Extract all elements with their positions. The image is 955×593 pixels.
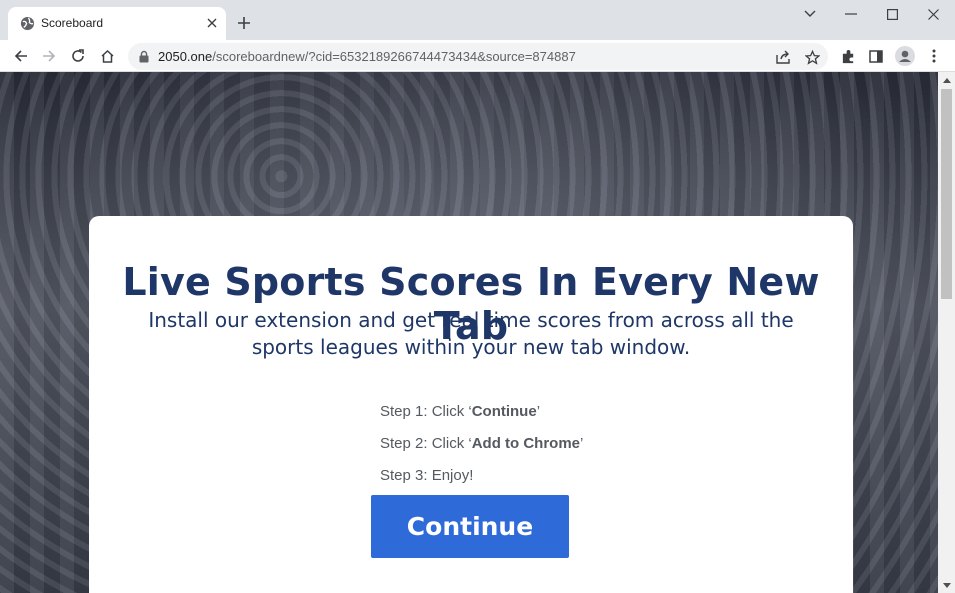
step-3: Step 3: Enjoy! [380, 467, 474, 484]
url-text[interactable]: 2050.one/scoreboardnew/?cid=653218926674… [158, 49, 576, 64]
profile-avatar-icon[interactable] [894, 45, 916, 67]
lock-icon[interactable] [138, 50, 150, 63]
url-path: /scoreboardnew/?cid=6532189266744473434&… [212, 49, 576, 64]
page-subheadline: Install our extension and get real time … [148, 308, 794, 359]
steps-list: Step 1: Click ‘Continue’ Step 2: Click ‘… [380, 402, 583, 498]
minimize-icon[interactable] [839, 4, 863, 24]
tab-strip: Scoreboard [0, 0, 955, 40]
scrollbar-thumb[interactable] [941, 89, 952, 299]
forward-icon[interactable] [38, 45, 60, 67]
new-tab-icon[interactable] [234, 13, 254, 33]
address-bar[interactable]: 2050.one/scoreboardnew/?cid=653218926674… [128, 43, 828, 70]
step-1-bold: Continue [471, 403, 537, 420]
step-1: Step 1: Click ‘Continue’ [380, 403, 541, 420]
scrollbar[interactable] [938, 72, 955, 593]
close-window-icon[interactable] [921, 4, 945, 24]
back-icon[interactable] [10, 45, 32, 67]
home-icon[interactable] [96, 45, 118, 67]
url-host: 2050.one [158, 49, 213, 64]
continue-button[interactable]: Continue [371, 495, 569, 558]
scroll-up-arrow-icon[interactable] [938, 72, 955, 88]
page-viewport: Live Sports Scores In Every New Tab Inst… [0, 72, 938, 593]
maximize-icon[interactable] [880, 4, 904, 24]
reload-icon[interactable] [67, 45, 89, 67]
globe-icon [20, 16, 35, 31]
menu-kebab-icon[interactable] [923, 45, 945, 67]
close-icon[interactable] [204, 15, 220, 31]
step-2-bold: Add to Chrome [471, 435, 581, 452]
scroll-down-arrow-icon[interactable] [938, 577, 955, 593]
tab-title: Scoreboard [41, 16, 104, 30]
tab-search-icon[interactable] [798, 4, 822, 24]
tab-scoreboard[interactable]: Scoreboard [8, 7, 226, 40]
promo-card: Live Sports Scores In Every New Tab Inst… [89, 216, 853, 593]
share-icon[interactable] [772, 46, 794, 68]
bookmark-star-icon[interactable] [801, 46, 823, 68]
extensions-icon[interactable] [837, 45, 859, 67]
step-2: Step 2: Click ‘Add to Chrome’ [380, 435, 584, 452]
browser-toolbar: 2050.one/scoreboardnew/?cid=653218926674… [0, 40, 955, 72]
side-panel-icon[interactable] [865, 45, 887, 67]
